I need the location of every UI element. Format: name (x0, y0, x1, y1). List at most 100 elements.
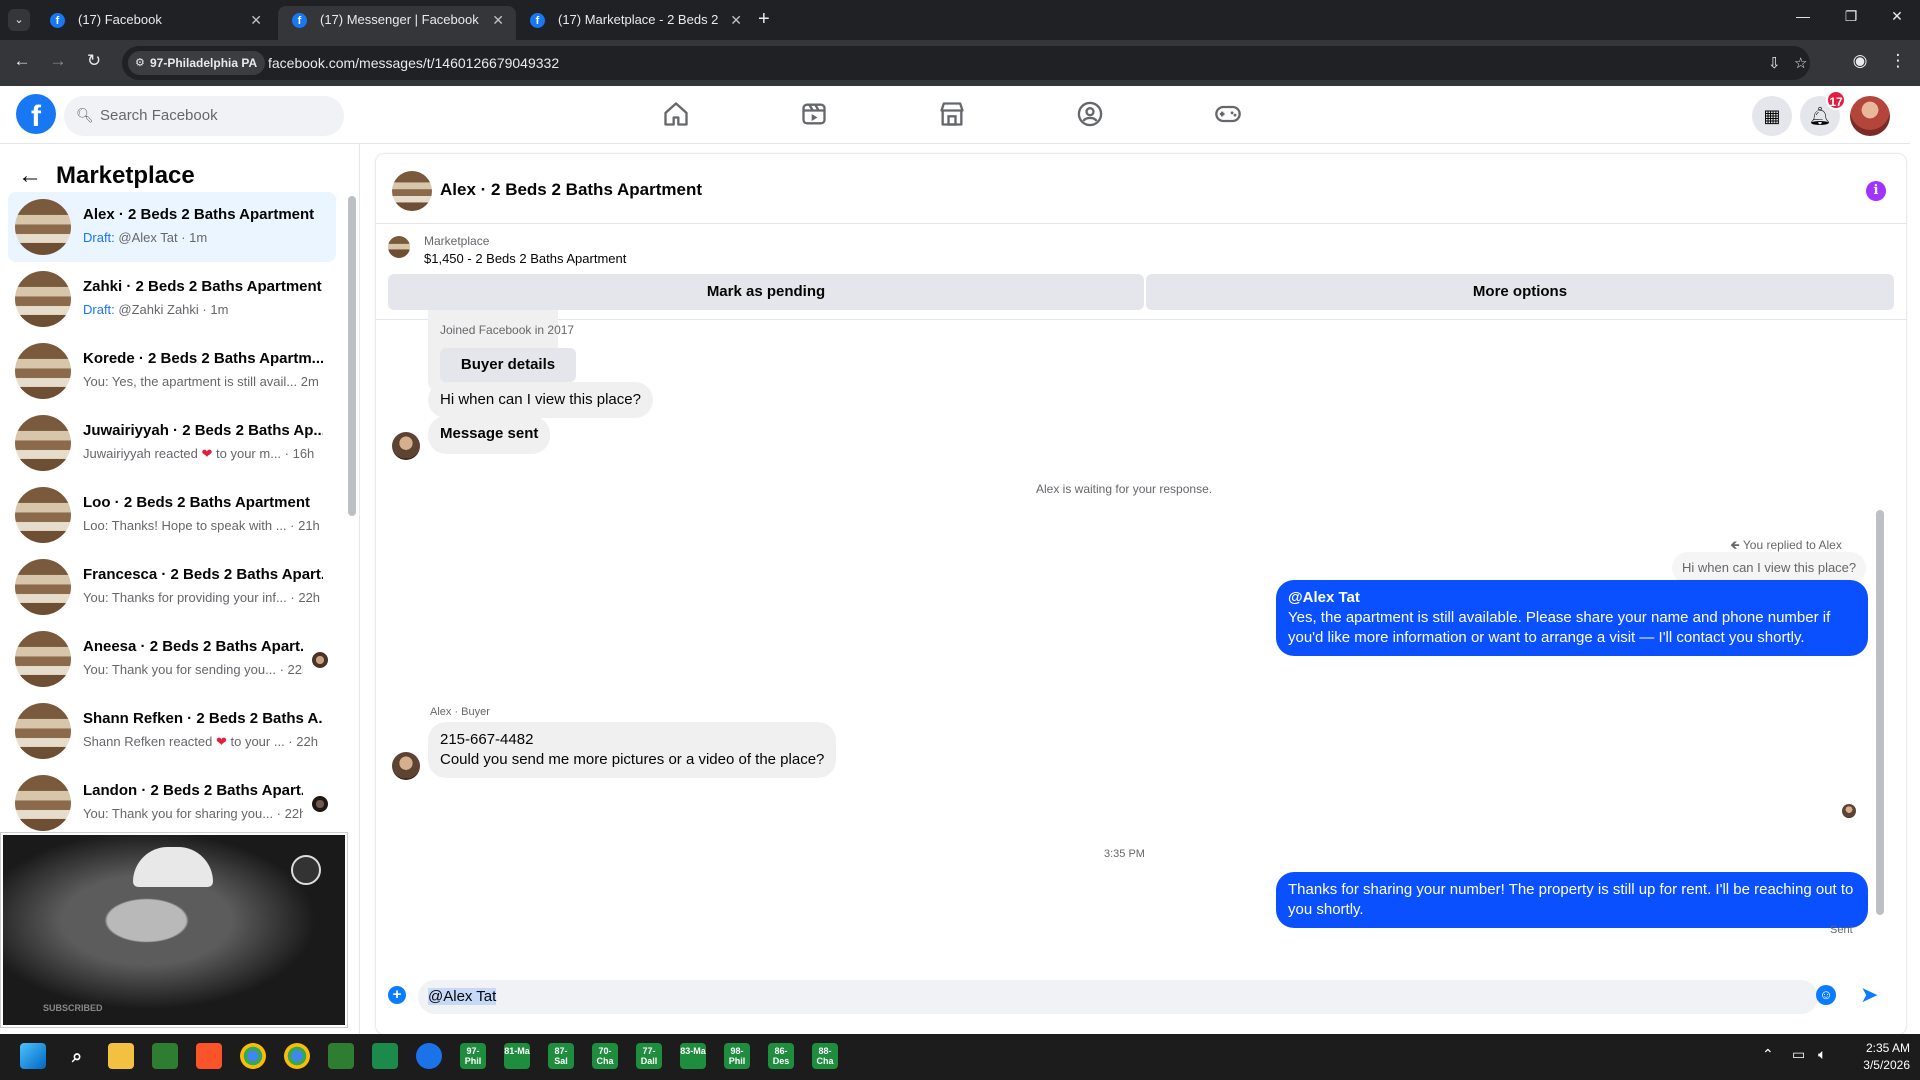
replied-to-text: You replied to Alex (1742, 538, 1842, 552)
message-bubble[interactable]: Hi when can I view this place? (428, 382, 653, 418)
sidebar-scrollbar[interactable] (348, 196, 356, 516)
conversation-item[interactable]: Alex · 2 Beds 2 Baths Apartment Draft: @… (8, 192, 336, 262)
message-input[interactable]: @Alex Tat (418, 980, 1818, 1014)
video-icon[interactable] (800, 100, 830, 130)
network-icon[interactable]: ▭ (1792, 1046, 1805, 1063)
messages-scrollbar[interactable] (1876, 510, 1884, 915)
facebook-logo-icon[interactable]: f (16, 94, 56, 134)
conversation-item[interactable]: Loo · 2 Beds 2 Baths Apartment Loo: Than… (8, 480, 336, 550)
picture-in-picture-video[interactable]: SUBSCRIBED (0, 832, 348, 1028)
app-icon[interactable] (152, 1043, 178, 1069)
conversation-item[interactable]: Landon · 2 Beds 2 Baths Apart... You: Th… (8, 768, 336, 838)
phone-number-text[interactable]: 215-667-4482 (440, 730, 824, 750)
conversation-item[interactable]: Aneesa · 2 Beds 2 Baths Apart... You: Th… (8, 624, 336, 694)
sender-avatar[interactable] (392, 752, 420, 780)
plus-icon[interactable]: + (388, 986, 406, 1004)
site-info-chip[interactable]: ⚙ 97-Philadelphia PA (128, 51, 266, 75)
taskbar-app[interactable]: 87-Sal (548, 1043, 574, 1069)
bookmark-star-icon[interactable]: ☆ (1794, 54, 1807, 72)
conversation-item[interactable]: Francesca · 2 Beds 2 Baths Apart... You:… (8, 552, 336, 622)
taskbar-app[interactable]: 81-Ma (504, 1043, 530, 1069)
taskbar-app[interactable]: 98-Phil (724, 1043, 750, 1069)
brave-browser-icon[interactable] (196, 1043, 222, 1069)
taskbar-app[interactable]: 86-Des (768, 1043, 794, 1069)
message-bubble[interactable]: @Alex Tat Yes, the apartment is still av… (1276, 580, 1868, 656)
tune-icon: ⚙ (135, 57, 145, 69)
back-arrow-icon[interactable]: ← (18, 158, 42, 194)
mention-tag[interactable]: @Alex Tat (1288, 588, 1856, 608)
taskbar-app[interactable]: 83-Ma (680, 1043, 706, 1069)
restore-icon[interactable]: ❐ (1828, 8, 1874, 25)
sender-avatar[interactable] (392, 432, 420, 460)
conversation-preview: You: Thanks for providing your inf... · … (83, 590, 321, 605)
menu-grid-icon[interactable]: ▦ (1752, 96, 1792, 136)
conversation-item[interactable]: Shann Refken · 2 Beds 2 Baths A... Shann… (8, 696, 336, 766)
chat-title[interactable]: Alex · 2 Beds 2 Baths Apartment (440, 180, 702, 200)
video-frame[interactable]: SUBSCRIBED (3, 835, 345, 1025)
send-icon[interactable]: ➤ (1860, 982, 1878, 1008)
address-bar[interactable]: ⚙ 97-Philadelphia PA facebook.com/messag… (122, 46, 1810, 80)
video-overlay-text: SUBSCRIBED (43, 1003, 103, 1013)
taskbar-search-icon[interactable]: ⌕ (64, 1043, 90, 1069)
message-timestamp: 3:35 PM (1104, 848, 1145, 860)
app-icon[interactable] (372, 1043, 398, 1069)
windows-start-icon[interactable] (20, 1043, 46, 1069)
sent-status: Sent (1830, 924, 1853, 936)
volume-icon[interactable]: 🔈︎ (1818, 1046, 1826, 1063)
listing-thumbnail (15, 775, 71, 831)
taskbar-app[interactable]: 70-Cha (592, 1043, 618, 1069)
chat-header: Alex · 2 Beds 2 Baths Apartment i (376, 154, 1906, 224)
new-tab-button[interactable]: + (758, 8, 770, 31)
forward-arrow-icon[interactable]: → (46, 51, 70, 71)
conversation-item[interactable]: Korede · 2 Beds 2 Baths Apartm... You: Y… (8, 336, 336, 406)
chrome-profile-icon[interactable] (284, 1043, 310, 1069)
emoji-icon[interactable]: ☺ (1816, 985, 1836, 1005)
system-clock[interactable]: 2:35 AM 3/5/2026 (1840, 1040, 1910, 1074)
home-icon[interactable] (662, 100, 692, 130)
preview-text: to your ... · 22h (226, 734, 318, 749)
tab-title: (17) Messenger | Facebook (320, 12, 479, 27)
browser-tab-facebook[interactable]: f (17) Facebook ✕ (36, 6, 274, 40)
taskbar-app[interactable]: 77-Dall (636, 1043, 662, 1069)
listing-title[interactable]: $1,450 - 2 Beds 2 Baths Apartment (424, 251, 626, 266)
tray-chevron-icon[interactable]: ⌃ (1762, 1046, 1774, 1063)
install-app-icon[interactable]: ⇩ (1768, 54, 1781, 72)
facebook-search[interactable]: 🔍︎ Search Facebook (64, 96, 344, 136)
marketplace-icon[interactable] (938, 100, 968, 130)
back-arrow-icon[interactable]: ← (10, 51, 34, 71)
taskbar-app[interactable]: 97-Phil (460, 1043, 486, 1069)
message-input-value[interactable]: @Alex Tat (428, 980, 497, 1014)
info-icon[interactable]: i (1866, 181, 1886, 201)
sheets-icon[interactable] (328, 1043, 354, 1069)
conversation-name: Shann Refken · 2 Beds 2 Baths A... (83, 710, 323, 727)
tab-close-icon[interactable]: ✕ (730, 6, 742, 34)
reload-icon[interactable]: ↻ (82, 51, 106, 71)
message-bubble[interactable]: 215-667-4482 Could you send me more pict… (428, 722, 837, 778)
taskbar-app[interactable]: 88-Cha (812, 1043, 838, 1069)
message-bubble[interactable]: Message sent (428, 416, 551, 454)
account-avatar[interactable] (1850, 96, 1890, 136)
search-input[interactable]: Search Facebook (100, 96, 218, 136)
groups-icon[interactable] (1076, 100, 1106, 130)
mark-as-pending-button[interactable]: Mark as pending (388, 274, 1144, 310)
tab-close-icon[interactable]: ✕ (492, 6, 504, 34)
url-text[interactable]: facebook.com/messages/t/1460126679049332 (268, 46, 559, 80)
browser-tab-marketplace[interactable]: f (17) Marketplace - 2 Beds 2 Bat ✕ (516, 6, 754, 40)
message-bubble[interactable]: Thanks for sharing your number! The prop… (1276, 872, 1868, 928)
conversation-item[interactable]: Juwairiyyah · 2 Beds 2 Baths Ap... Juwai… (8, 408, 336, 478)
app-icon[interactable] (416, 1043, 442, 1069)
tab-search-dropdown[interactable]: ⌄ (8, 9, 30, 31)
chrome-icon[interactable] (240, 1043, 266, 1069)
close-window-icon[interactable]: ✕ (1874, 8, 1920, 25)
browser-tab-messenger[interactable]: f (17) Messenger | Facebook ✕ (278, 6, 516, 40)
tab-close-icon[interactable]: ✕ (250, 6, 262, 34)
file-explorer-icon[interactable] (108, 1043, 134, 1069)
more-options-button[interactable]: More options (1146, 274, 1894, 310)
profile-icon[interactable]: ◉ (1848, 51, 1872, 71)
browser-menu-icon[interactable]: ⋮ (1886, 51, 1910, 71)
gaming-icon[interactable] (1214, 100, 1244, 130)
chat-avatar[interactable] (392, 171, 432, 211)
minimize-icon[interactable]: — (1780, 8, 1826, 24)
conversation-item[interactable]: Zahki · 2 Beds 2 Baths Apartment Draft: … (8, 264, 336, 334)
buyer-details-button[interactable]: Buyer details (440, 348, 576, 382)
